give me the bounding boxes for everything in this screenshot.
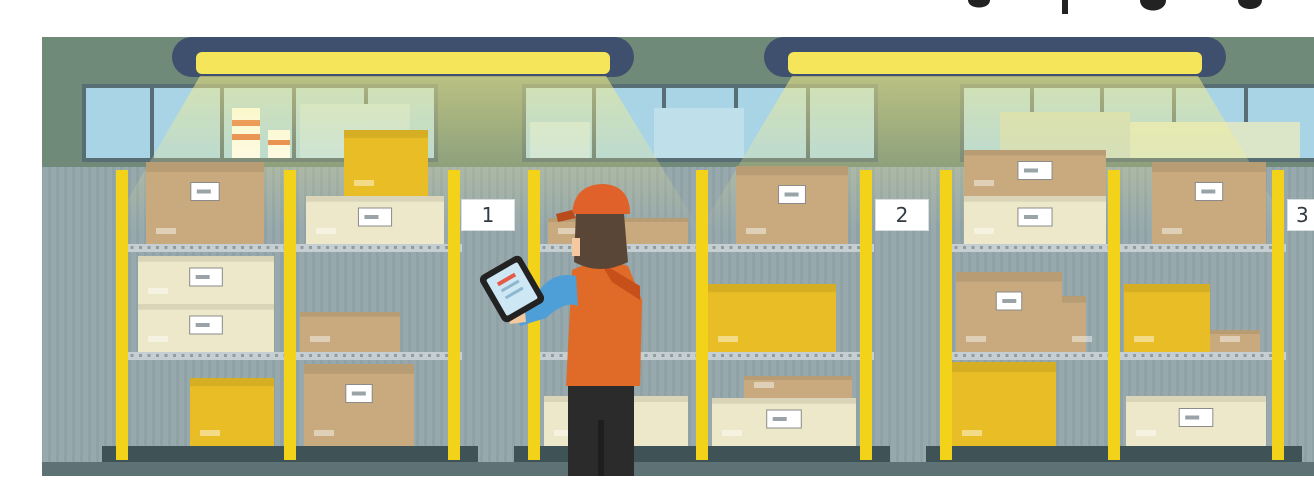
bay-label-1: 1 [462, 200, 514, 230]
rack-post [448, 170, 460, 460]
cardboard-box [712, 398, 856, 446]
cardboard-box [1124, 284, 1210, 352]
cardboard-box [956, 272, 1062, 352]
cardboard-box [190, 378, 274, 446]
cardboard-box [344, 130, 428, 196]
bay-label-2: 2 [876, 200, 928, 230]
rack-post [696, 170, 708, 460]
cardboard-box [146, 162, 264, 244]
cardboard-box [964, 196, 1106, 244]
rack-post [860, 170, 872, 460]
cardboard-box [964, 150, 1106, 196]
rack-post [1272, 170, 1284, 460]
worker-ear [572, 238, 580, 256]
rack-post [1108, 170, 1120, 460]
cardboard-box [736, 166, 848, 244]
rack-post [116, 170, 128, 460]
cardboard-box [1210, 330, 1260, 352]
cardboard-box [138, 304, 274, 352]
cardboard-box [744, 376, 852, 398]
warehouse-illustration: 1 2 3 [0, 0, 1314, 476]
floor [42, 462, 1314, 476]
cardboard-box [708, 284, 836, 352]
worker-hair [574, 208, 628, 269]
cardboard-box [300, 312, 400, 352]
cardboard-box [1126, 396, 1266, 446]
cardboard-box [952, 362, 1056, 446]
cardboard-box [304, 364, 414, 446]
warehouse-scene [0, 0, 1314, 476]
bay-label-3: 3 [1288, 200, 1314, 230]
rack-post [284, 170, 296, 460]
cardboard-box [138, 256, 274, 304]
building-silhouette [654, 108, 744, 158]
top-margin [0, 0, 1314, 37]
cardboard-box [1152, 162, 1266, 244]
cardboard-box [306, 196, 444, 244]
rack-post [940, 170, 952, 460]
